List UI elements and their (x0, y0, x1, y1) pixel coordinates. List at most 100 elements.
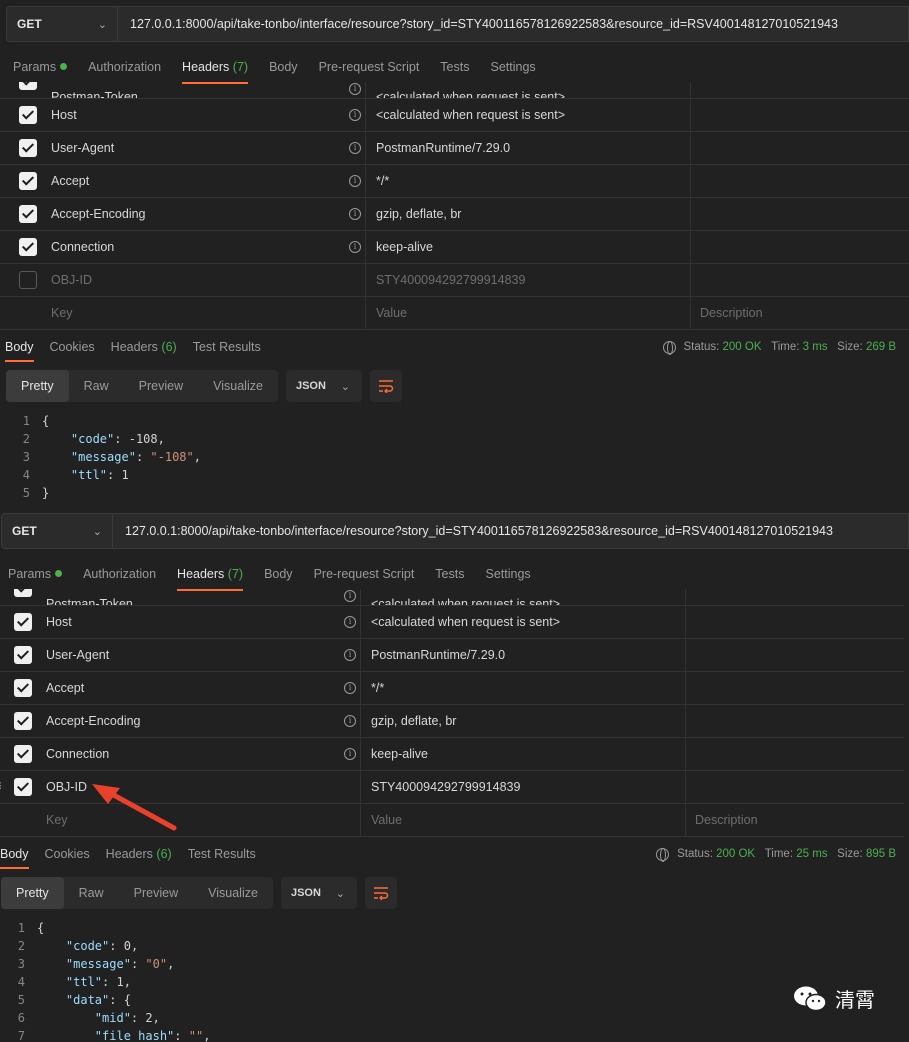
header-value[interactable]: <calculated when request is sent> (376, 108, 565, 122)
format-preview[interactable]: Preview (124, 370, 198, 402)
checkbox[interactable] (14, 745, 32, 763)
tab-response-headers[interactable]: Headers (6) (111, 332, 177, 362)
tab-tests[interactable]: Tests (435, 559, 464, 591)
format-visualize[interactable]: Visualize (193, 877, 273, 909)
header-value[interactable]: gzip, deflate, br (376, 207, 461, 221)
tab-body[interactable]: Body (269, 52, 298, 84)
tab-cookies[interactable]: Cookies (50, 332, 95, 362)
response-status: Status: 200 OK Time: 25 ms Size: 895 B (656, 839, 896, 869)
header-value[interactable]: STY400094292799914839 (371, 780, 520, 794)
checkbox[interactable] (19, 139, 37, 157)
format-raw[interactable]: Raw (69, 370, 124, 402)
url-input[interactable]: 127.0.0.1:8000/api/take-tonbo/interface/… (113, 513, 909, 549)
header-value[interactable]: */* (371, 681, 384, 695)
language-select[interactable]: JSON ⌄ (280, 877, 357, 909)
globe-icon[interactable] (656, 847, 670, 862)
value-placeholder[interactable]: Value (371, 813, 402, 827)
header-value[interactable]: <calculated when request is sent> (371, 615, 560, 629)
tab-response-headers[interactable]: Headers (6) (106, 839, 172, 869)
header-key[interactable]: Host (46, 615, 72, 629)
wrap-lines-button[interactable] (369, 370, 402, 402)
chevron-down-icon: ⌄ (340, 380, 350, 393)
key-placeholder[interactable]: Key (46, 813, 68, 827)
response-status: Status: 200 OK Time: 3 ms Size: 269 B (662, 332, 896, 362)
tab-settings[interactable]: Settings (485, 559, 530, 591)
header-key[interactable]: Accept (46, 681, 84, 695)
header-key[interactable]: OBJ-ID (46, 780, 87, 794)
wrap-lines-button[interactable] (364, 877, 397, 909)
method-label: GET (12, 524, 37, 538)
description-placeholder[interactable]: Description (700, 306, 763, 320)
tab-params[interactable]: Params (8, 559, 63, 591)
format-pretty[interactable]: Pretty (6, 370, 69, 402)
table-row: User-Agent i PostmanRuntime/7.29.0 (0, 639, 904, 672)
header-value[interactable]: */* (376, 174, 389, 188)
checkbox[interactable] (14, 679, 32, 697)
header-key[interactable]: Accept-Encoding (46, 714, 141, 728)
header-value[interactable]: <calculated when request is sent> (376, 90, 565, 98)
globe-icon[interactable] (662, 340, 676, 355)
tab-tests[interactable]: Tests (440, 52, 469, 84)
tab-test-results[interactable]: Test Results (188, 839, 256, 869)
tab-response-body[interactable]: Body (5, 332, 34, 362)
header-key[interactable]: User-Agent (46, 648, 109, 662)
tab-test-results[interactable]: Test Results (193, 332, 261, 362)
checkbox[interactable] (14, 712, 32, 730)
response-time: 25 ms (796, 848, 828, 860)
tab-params[interactable]: Params (13, 52, 68, 84)
tab-authorization[interactable]: Authorization (83, 559, 156, 591)
description-placeholder[interactable]: Description (695, 813, 758, 827)
header-key[interactable]: User-Agent (51, 141, 114, 155)
tab-body[interactable]: Body (264, 559, 293, 591)
method-select[interactable]: GET ⌄ (6, 6, 118, 42)
format-preview[interactable]: Preview (119, 877, 193, 909)
header-value[interactable]: keep-alive (376, 240, 433, 254)
checkbox[interactable] (14, 778, 32, 796)
checkbox[interactable] (19, 106, 37, 124)
tab-pre-request-script[interactable]: Pre-request Script (314, 559, 415, 591)
header-key[interactable]: Host (51, 108, 77, 122)
checkbox[interactable] (19, 172, 37, 190)
header-value[interactable]: PostmanRuntime/7.29.0 (376, 141, 510, 155)
params-dot-icon (60, 63, 68, 71)
tab-cookies[interactable]: Cookies (45, 839, 90, 869)
checkbox[interactable] (19, 82, 37, 90)
header-key[interactable]: Accept (51, 174, 89, 188)
value-placeholder[interactable]: Value (376, 306, 407, 320)
tab-settings[interactable]: Settings (490, 52, 535, 84)
method-select[interactable]: GET ⌄ (1, 513, 113, 549)
header-key[interactable]: Accept-Encoding (51, 207, 146, 221)
checkbox-unchecked[interactable] (19, 271, 37, 289)
tab-headers[interactable]: Headers (7) (182, 52, 249, 84)
header-key[interactable]: Connection (46, 747, 109, 761)
header-key[interactable]: Postman-Token (51, 90, 138, 98)
tab-response-body[interactable]: Body (0, 839, 29, 869)
url-input[interactable]: 127.0.0.1:8000/api/take-tonbo/interface/… (118, 6, 909, 42)
checkbox[interactable] (14, 589, 32, 597)
header-key[interactable]: OBJ-ID (51, 273, 92, 287)
format-group: Pretty Raw Preview Visualize (1, 877, 273, 909)
header-value[interactable]: PostmanRuntime/7.29.0 (371, 648, 505, 662)
response-size: 895 B (865, 848, 896, 860)
checkbox[interactable] (19, 205, 37, 223)
tab-headers[interactable]: Headers (7) (177, 559, 244, 591)
format-pretty[interactable]: Pretty (1, 877, 64, 909)
header-key[interactable]: Connection (51, 240, 114, 254)
response-body-code: 1{ 2 "code": -108, 3 "message": "-108", … (22, 414, 201, 500)
format-raw[interactable]: Raw (64, 877, 119, 909)
drag-handle-icon[interactable]: ⠿ (0, 782, 2, 793)
response-time: 3 ms (802, 341, 828, 353)
header-value[interactable]: gzip, deflate, br (371, 714, 456, 728)
tab-pre-request-script[interactable]: Pre-request Script (319, 52, 420, 84)
format-visualize[interactable]: Visualize (198, 370, 278, 402)
checkbox[interactable] (14, 613, 32, 631)
tab-authorization[interactable]: Authorization (88, 52, 161, 84)
header-value[interactable]: STY400094292799914839 (376, 273, 525, 287)
header-key[interactable]: Postman-Token (46, 597, 133, 605)
header-value[interactable]: <calculated when request is sent> (371, 597, 560, 605)
checkbox[interactable] (19, 238, 37, 256)
key-placeholder[interactable]: Key (51, 306, 73, 320)
language-select[interactable]: JSON ⌄ (285, 370, 362, 402)
header-value[interactable]: keep-alive (371, 747, 428, 761)
checkbox[interactable] (14, 646, 32, 664)
